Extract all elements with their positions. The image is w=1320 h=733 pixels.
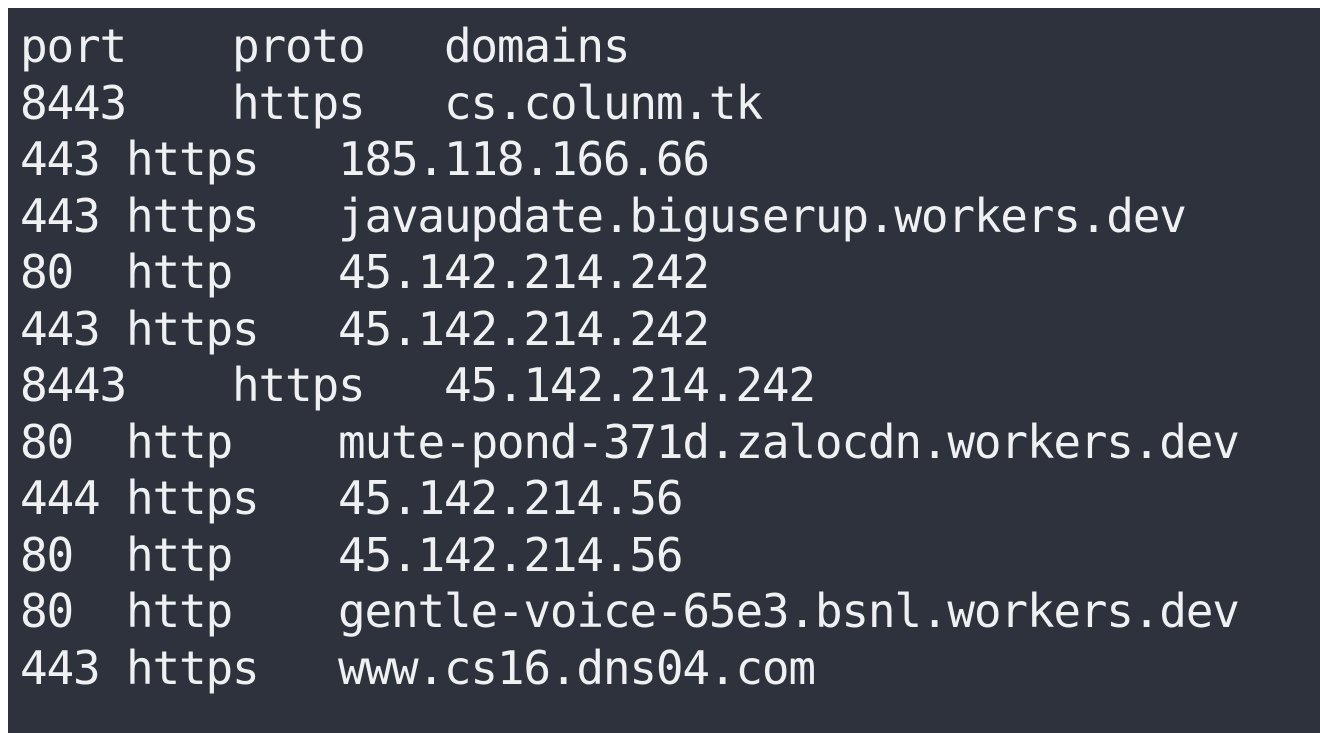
row-domain: 185.118.166.66 xyxy=(337,132,710,186)
table-row: 444 https 45.142.214.56 xyxy=(20,470,1239,527)
row-port: 444 xyxy=(20,471,101,525)
row-sep xyxy=(99,302,126,356)
table-row: 80 http 45.142.214.56 xyxy=(20,527,1239,584)
row-proto: https xyxy=(231,358,366,412)
row-port: 80 xyxy=(20,527,74,582)
row-domain: 45.142.214.56 xyxy=(337,471,684,525)
row-sep xyxy=(258,132,337,186)
row-proto: https xyxy=(125,132,260,186)
table-row: 443 https 45.142.214.242 xyxy=(20,301,1239,358)
row-port: 443 xyxy=(20,132,101,186)
row-port: 443 xyxy=(20,640,101,695)
row-sep xyxy=(364,358,443,412)
table-row: 80 http mute-pond-371d.zalocdn.workers.d… xyxy=(20,414,1240,471)
row-domain: 45.142.214.242 xyxy=(443,358,816,412)
row-sep xyxy=(232,245,338,299)
header-port: port xyxy=(20,19,127,73)
terminal-output[interactable]: port proto domains 8443 https cs.colunm.t… xyxy=(20,18,1240,697)
row-domain: mute-pond-371d.zalocdn.workers.dev xyxy=(337,414,1240,469)
row-sep xyxy=(99,641,126,695)
row-port: 80 xyxy=(20,414,74,469)
row-sep xyxy=(126,358,232,412)
row-domain: 45.142.214.56 xyxy=(337,527,684,582)
table-row: 443 https 185.118.166.66 xyxy=(20,131,1239,188)
row-port: 80 xyxy=(20,245,74,299)
row-sep xyxy=(258,641,337,695)
row-proto: https xyxy=(125,471,260,525)
terminal-window: port proto domains 8443 https cs.colunm.t… xyxy=(8,8,1320,733)
table-row: 8443 https 45.142.214.242 xyxy=(20,357,1239,414)
table-row: 443 https www.cs16.dns04.com xyxy=(20,640,1239,697)
row-sep xyxy=(73,584,126,638)
row-proto: https xyxy=(125,301,260,356)
row-sep xyxy=(232,584,338,638)
row-domain: 45.142.214.242 xyxy=(337,245,710,299)
table-row: 8443 https cs.colunm.tk xyxy=(20,75,1239,132)
row-domain: cs.colunm.tk xyxy=(443,75,763,130)
row-domain: javaupdate.biguserup.workers.dev xyxy=(337,188,1187,243)
row-sep xyxy=(126,76,232,130)
header-sep xyxy=(364,19,443,73)
row-domain: gentle-voice-65e3.bsnl.workers.dev xyxy=(337,584,1240,638)
row-port: 80 xyxy=(20,584,74,638)
row-proto: http xyxy=(126,245,233,299)
header-proto: proto xyxy=(231,19,366,73)
row-sep xyxy=(73,245,126,299)
row-sep xyxy=(73,415,126,469)
row-sep xyxy=(99,132,126,186)
header-sep xyxy=(126,19,232,73)
row-domain: www.cs16.dns04.com xyxy=(337,640,816,695)
row-sep xyxy=(232,415,338,469)
row-sep xyxy=(258,189,337,243)
table-row: 443 https javaupdate.biguserup.workers.d… xyxy=(20,188,1239,245)
row-proto: http xyxy=(126,527,233,582)
row-proto: https xyxy=(231,75,366,130)
row-port: 8443 xyxy=(20,358,127,412)
header-domains: domains xyxy=(443,19,631,73)
row-proto: http xyxy=(126,414,233,469)
row-port: 443 xyxy=(20,188,101,243)
row-sep xyxy=(73,528,126,582)
table-row: 80 http gentle-voice-65e3.bsnl.workers.d… xyxy=(20,583,1240,640)
row-sep xyxy=(99,189,126,243)
row-sep xyxy=(364,76,443,130)
row-port: 443 xyxy=(20,301,101,356)
row-sep xyxy=(258,302,337,356)
row-proto: http xyxy=(126,584,233,638)
row-sep xyxy=(232,528,338,582)
row-proto: https xyxy=(125,188,260,243)
row-port: 8443 xyxy=(20,75,127,130)
row-domain: 45.142.214.242 xyxy=(337,301,710,356)
row-sep xyxy=(99,471,126,525)
row-sep xyxy=(258,471,337,525)
table-row: 80 http 45.142.214.242 xyxy=(20,244,1239,301)
table-header: port proto domains xyxy=(20,18,1239,75)
row-proto: https xyxy=(125,640,260,695)
